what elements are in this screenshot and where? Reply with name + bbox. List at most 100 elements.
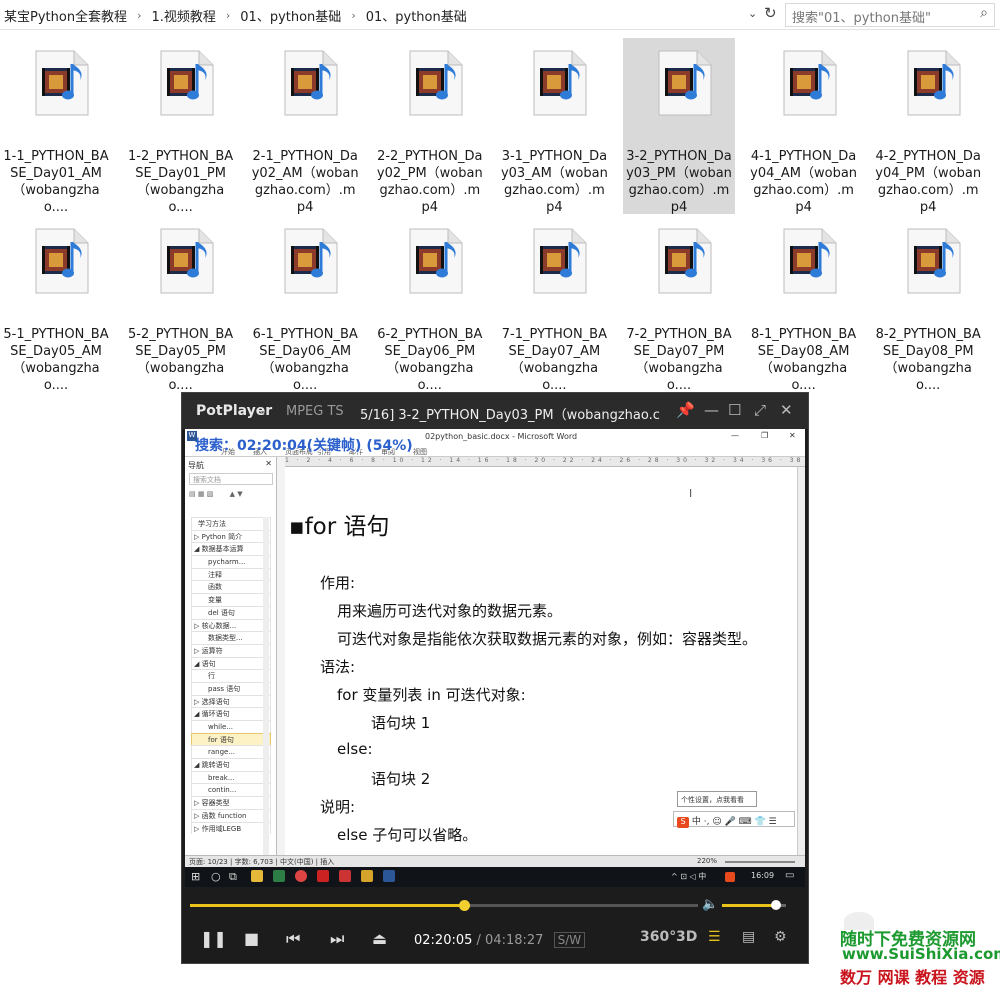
word-status-bar: 页面: 10/23 | 字数: 6,703 | 中文(中国) | 插入 220% xyxy=(185,855,805,867)
nav-tree-item: ◢ 数据基本运算 xyxy=(191,542,271,556)
pages-view-icon: ▦ xyxy=(197,490,205,498)
volume-slider[interactable] xyxy=(722,900,786,910)
file-item[interactable]: 6-1_PYTHON_BASE_Day06_AM（wobangzhao.... xyxy=(249,216,361,393)
chevron-down-icon[interactable]: ⌄ xyxy=(258,404,267,417)
folder-icon xyxy=(251,870,263,882)
file-item[interactable]: 3-2_PYTHON_Day03_PM（wobangzhao.com）.mp4 xyxy=(623,38,735,215)
windows-start-icon: ⊞ xyxy=(191,870,201,883)
media-file-icon xyxy=(783,228,837,294)
media-file-icon xyxy=(783,50,837,116)
file-name: 3-2_PYTHON_Day03_PM（wobangzhao.com）.mp4 xyxy=(626,149,732,215)
file-name: 5-1_PYTHON_BASE_Day05_AM（wobangzhao.... xyxy=(3,327,109,393)
search-input[interactable]: 搜索"01、python基础" ⌕ xyxy=(785,3,995,27)
word-navigation-pane: 导航 ✕ 搜索文档 ▤ ▦ ▧ ▲ ▼ 学习方法 ▷ Python 简介 ◢ 数据基… xyxy=(185,457,277,857)
nav-tree-item: pass 语句 xyxy=(191,681,271,695)
total-time: 04:18:27 xyxy=(485,933,544,948)
chrome-icon xyxy=(295,870,307,882)
file-item[interactable]: 8-1_PYTHON_BASE_Day08_AM（wobangzhao.... xyxy=(748,216,860,393)
nav-tree-item: ▷ 选择语句 xyxy=(191,694,271,708)
3d-button[interactable]: 3D xyxy=(676,929,697,945)
file-item[interactable]: 4-1_PYTHON_Day04_AM（wobangzhao.com）.mp4 xyxy=(748,38,860,215)
refresh-icon[interactable]: ↻ xyxy=(764,4,777,22)
breadcrumb-item[interactable]: 01、python基础 xyxy=(236,6,345,25)
format-label: MPEG TS xyxy=(286,404,344,419)
nav-tree-item: contin... xyxy=(191,783,271,797)
search-placeholder: 搜索"01、python基础" xyxy=(792,11,931,26)
chevron-right-icon: › xyxy=(137,8,142,22)
menu-icon[interactable]: ▤ xyxy=(742,929,755,945)
media-file-icon xyxy=(284,228,338,294)
word-scrollbar xyxy=(797,467,805,855)
close-icon: ✕ xyxy=(789,431,796,440)
sw-badge[interactable]: S/W xyxy=(553,932,586,948)
doc-line: 用来遍历可迭代对象的数据元素。 xyxy=(337,602,563,620)
file-item[interactable]: 3-1_PYTHON_Day03_AM（wobangzhao.com）.mp4 xyxy=(498,38,610,215)
chevron-down-icon[interactable]: ⌄ xyxy=(748,7,757,20)
previous-icon[interactable]: ⏮ xyxy=(286,929,300,949)
nav-search-input: 搜索文档 xyxy=(189,473,273,485)
nav-scrollbar xyxy=(263,517,269,857)
breadcrumb-item[interactable]: 01、python基础 xyxy=(362,6,471,25)
seek-bar[interactable] xyxy=(190,900,698,911)
breadcrumb-item[interactable]: 1.视频教程 xyxy=(147,6,219,25)
file-item[interactable]: 6-2_PYTHON_BASE_Day06_PM（wobangzhao.... xyxy=(374,216,486,393)
ime-toolbar: S 中 ·, ☺ 🎤 ⌨ 👕 ☰ xyxy=(673,811,795,828)
media-file-icon xyxy=(284,50,338,116)
file-item[interactable]: 7-2_PYTHON_BASE_Day07_PM（wobangzhao.... xyxy=(623,216,735,393)
file-item[interactable]: 8-2_PYTHON_BASE_Day08_PM（wobangzhao.... xyxy=(872,216,984,393)
vr-360-button[interactable]: 360° xyxy=(640,929,676,945)
doc-line: 可迭代对象是指能依次获取数据元素的对象，例如：容器类型。 xyxy=(337,630,758,648)
file-item[interactable]: 7-1_PYTHON_BASE_Day07_AM（wobangzhao.... xyxy=(498,216,610,393)
volume-icon[interactable]: 🔈 xyxy=(702,897,718,912)
minimize-icon[interactable]: — xyxy=(704,401,719,419)
file-item[interactable]: 2-2_PYTHON_Day02_PM（wobangzhao.com）.mp4 xyxy=(374,38,486,215)
close-icon[interactable]: ✕ xyxy=(780,401,793,419)
nav-title: 导航 xyxy=(188,461,204,470)
status-text: 页面: 10/23 | 字数: 6,703 | 中文(中国) | 插入 xyxy=(189,858,335,866)
fullscreen-icon[interactable]: ⤢ xyxy=(754,401,766,419)
notification-icon: ▭ xyxy=(785,870,795,881)
stop-icon[interactable]: ■ xyxy=(244,929,259,948)
file-name: 8-1_PYTHON_BASE_Day08_AM（wobangzhao.... xyxy=(750,327,857,393)
playlist-search-icon[interactable]: ☰ xyxy=(708,929,721,945)
file-item[interactable]: 4-2_PYTHON_Day04_PM（wobangzhao.com）.mp4 xyxy=(872,38,984,215)
volume-handle[interactable] xyxy=(771,900,782,910)
doc-line: 语法: xyxy=(320,658,356,676)
app-icon xyxy=(273,870,285,882)
file-name: 8-2_PYTHON_BASE_Day08_PM（wobangzhao.... xyxy=(875,327,981,393)
time-display: 02:20:05 / 04:18:27 S/W xyxy=(414,932,586,948)
nav-tree-item: ◢ 语句 xyxy=(191,656,271,670)
settings-gear-icon[interactable]: ⚙ xyxy=(774,929,787,945)
pin-icon[interactable]: 📌 xyxy=(676,401,695,419)
file-item[interactable]: 5-1_PYTHON_BASE_Day05_AM（wobangzhao.... xyxy=(0,216,112,393)
clock: 16:09 xyxy=(751,871,775,880)
eject-icon[interactable]: ⏏ xyxy=(372,929,387,948)
doc-heading: ▪for 语句 xyxy=(289,514,390,540)
file-title: 5/16] 3-2_PYTHON_Day03_PM（wobangzhao.cor xyxy=(360,408,660,423)
file-item[interactable]: 1-1_PYTHON_BASE_Day01_AM（wobangzhao.... xyxy=(0,38,112,215)
nav-tree-item: ▷ 函数 function xyxy=(191,808,271,822)
watermark-line2: www.SuiShiXia.com xyxy=(842,945,1000,963)
doc-line: else 子句可以省略。 xyxy=(337,826,478,844)
tray-icons: ^ ⊡ ◁ 中 xyxy=(671,872,707,881)
doc-line: 语句块 2 xyxy=(371,770,431,788)
results-view-icon: ▧ xyxy=(206,490,214,498)
video-frame[interactable]: W 02python_basic.docx - Microsoft Word —… xyxy=(185,429,805,867)
next-icon[interactable]: ⏭ xyxy=(330,929,344,949)
maximize-icon[interactable]: ☐ xyxy=(728,401,741,419)
media-file-icon xyxy=(907,228,961,294)
nav-tree-item: pycharm... xyxy=(191,555,271,568)
nav-tree-item: 函数 xyxy=(191,580,271,594)
nav-tree-item: ▷ Python 简介 xyxy=(191,529,271,543)
media-file-icon xyxy=(409,228,463,294)
cortana-icon: ○ xyxy=(211,870,221,883)
breadcrumb-item[interactable]: 某宝Python全套教程 xyxy=(0,6,131,25)
app-icon xyxy=(361,870,373,882)
seek-handle[interactable] xyxy=(459,900,471,911)
file-item[interactable]: 5-2_PYTHON_BASE_Day05_PM（wobangzhao.... xyxy=(125,216,237,393)
pause-icon[interactable]: ❚❚ xyxy=(200,929,227,948)
doc-line: for 变量列表 in 可迭代对象: xyxy=(337,686,526,704)
file-item[interactable]: 2-1_PYTHON_Day02_AM（wobangzhao.com）.mp4 xyxy=(249,38,361,215)
file-item[interactable]: 1-2_PYTHON_BASE_Day01_PM（wobangzhao.... xyxy=(125,38,237,215)
potplayer-window: PotPlayer ⌄ MPEG TS 5/16] 3-2_PYTHON_Day… xyxy=(181,392,809,964)
